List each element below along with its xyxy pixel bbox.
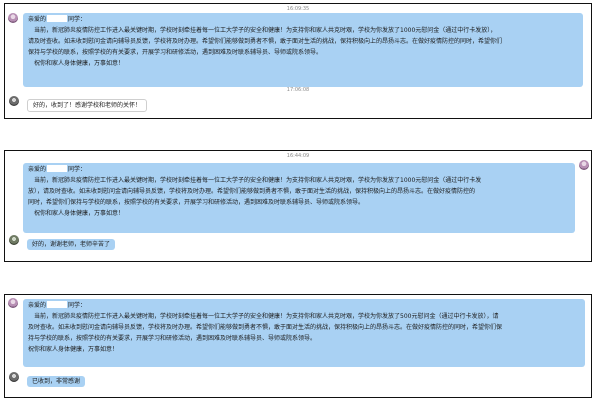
message-line: 及时查收。如未收到慰问金请向辅导员反馈，学校将及时办理。希望你们能够做到勇者不惧… bbox=[28, 324, 503, 331]
message-timestamp: 16:44:09 bbox=[286, 153, 310, 159]
message-line: 请及时查收。如未收到慰问金请向辅导员反馈，学校将及时办理。希望你们能够做到勇者不… bbox=[28, 38, 503, 45]
chat-panel-2: 16:44:09 亲爱的 同学： 当前，新冠肺炎疫情防控工作进入最关键时期，学校时… bbox=[4, 150, 592, 262]
message-line: 同时，希望你们保持与学校的联系，按照学校的有关要求，开展学习和研修活动，遇到困难… bbox=[28, 199, 365, 206]
redacted-name bbox=[47, 15, 68, 22]
redacted-name bbox=[47, 301, 68, 308]
message-timestamp: 16:09:35 bbox=[286, 6, 310, 12]
reply-timestamp: 17:06:08 bbox=[286, 87, 310, 93]
student-reply-bubble[interactable]: 已收到，非常感谢 bbox=[27, 376, 86, 387]
student-reply-bubble[interactable]: 好的，收到了！感谢学校和老师的关怀！ bbox=[27, 99, 148, 112]
teacher-message-bubble[interactable]: 亲爱的 同学： 当前，新冠肺炎疫情防控工作进入最关键时期，学校时刻牵挂着每一位工大… bbox=[23, 299, 585, 367]
teacher-avatar[interactable] bbox=[8, 298, 18, 308]
message-line: 当前，新冠肺炎疫情防控工作进入最关键时期，学校时刻牵挂着每一位工大学子的安全和健… bbox=[34, 313, 499, 320]
message-line: 祝你和家人身体健康，万事如意！ bbox=[34, 60, 125, 67]
message-line: 祝你和家人身体健康，万事如意！ bbox=[28, 346, 119, 353]
teacher-avatar[interactable] bbox=[8, 13, 18, 23]
student-avatar[interactable] bbox=[9, 235, 19, 245]
message-line: 当前，新冠肺炎疫情防控工作进入最关键时期，学校时刻牵挂着每一位工大学子的安全和健… bbox=[34, 177, 482, 184]
message-line: 保持与学校的联系，按照学校的有关要求，开展学习和研修活动，遇到困难及时联系辅导员… bbox=[28, 49, 323, 56]
message-line: 当前，新冠肺炎疫情防控工作进入最关键时期，学校时刻牵挂着每一位工大学子的安全和健… bbox=[34, 27, 497, 34]
message-line: 放），请及时查收。如未收到慰问金请向辅导员反馈，学校将及时办理。希望你们能够做到… bbox=[28, 188, 476, 195]
message-greeting: 亲爱的 同学： bbox=[28, 15, 87, 23]
teacher-avatar[interactable] bbox=[579, 160, 589, 170]
chat-panel-3: 亲爱的 同学： 当前，新冠肺炎疫情防控工作进入最关键时期，学校时刻牵挂着每一位工大… bbox=[4, 294, 592, 398]
message-line: 持与学校的联系，按照学校的有关要求，开展学习和研修活动，遇到困难及时联系辅导员、… bbox=[28, 335, 317, 342]
redacted-name bbox=[47, 165, 68, 172]
message-line: 祝你和家人身体健康，万事如意！ bbox=[34, 210, 125, 217]
student-avatar[interactable] bbox=[9, 372, 19, 382]
teacher-message-bubble[interactable]: 亲爱的 同学： 当前，新冠肺炎疫情防控工作进入最关键时期，学校时刻牵挂着每一位工大… bbox=[23, 163, 575, 233]
student-avatar[interactable] bbox=[9, 96, 19, 106]
student-reply-bubble[interactable]: 好的，谢谢老师，老师辛苦了 bbox=[27, 239, 116, 250]
teacher-message-bubble[interactable]: 亲爱的 同学： 当前，新冠肺炎疫情防控工作进入最关键时期，学校时刻牵挂着每一位工大… bbox=[23, 13, 583, 87]
message-greeting: 亲爱的 同学： bbox=[28, 165, 87, 173]
message-greeting: 亲爱的 同学： bbox=[28, 301, 87, 309]
chat-panel-1: 16:09:35 亲爱的 同学： 当前，新冠肺炎疫情防控工作进入最关键时期，学校时… bbox=[4, 3, 592, 119]
